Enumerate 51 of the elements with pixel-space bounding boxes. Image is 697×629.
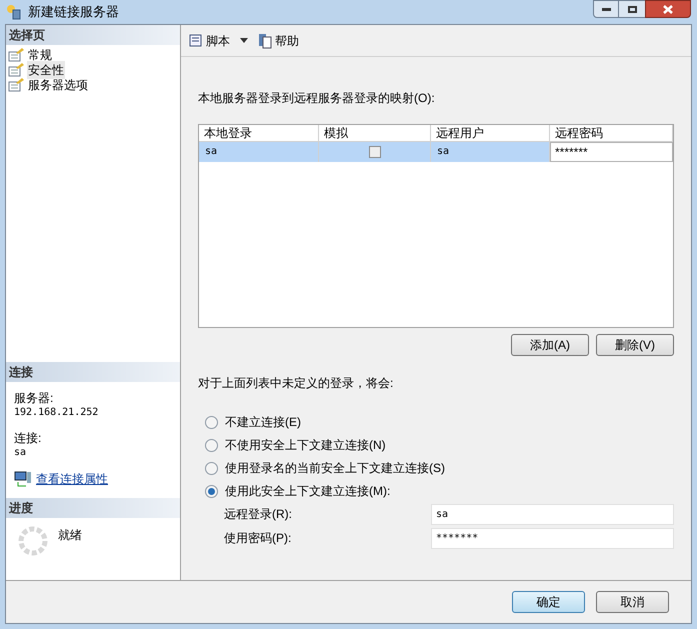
connection-value: sa: [14, 447, 28, 458]
input-field[interactable]: sa: [431, 504, 674, 524]
minimize-button[interactable]: [593, 0, 619, 18]
column-header[interactable]: 本地登录: [199, 125, 319, 141]
undefined-login-label: 对于上面列表中未定义的登录，将会:: [198, 375, 394, 392]
dialog-button[interactable]: 确定: [512, 591, 585, 613]
section-header: 选择页: [6, 25, 180, 45]
radio-label[interactable]: 使用登录名的当前安全上下文建立连接(S): [225, 459, 445, 477]
grid-button[interactable]: 添加(A): [511, 334, 589, 356]
close-icon: [663, 4, 673, 14]
computer-icon: [14, 471, 32, 487]
page-item[interactable]: 服务器选项: [6, 77, 180, 92]
table-row[interactable]: sa sa *******: [199, 142, 673, 162]
section-header: 连接: [6, 362, 180, 382]
page-item[interactable]: 常规: [6, 47, 180, 62]
scroll-icon: [187, 32, 203, 48]
maximize-button[interactable]: [619, 0, 645, 18]
mapping-label: 本地服务器登录到远程服务器登录的映射(O):: [198, 90, 436, 107]
column-header[interactable]: 远程密码: [550, 125, 673, 141]
field-label: 使用密码(P):: [224, 530, 292, 547]
dropdown-caret-icon[interactable]: [240, 38, 248, 43]
password-cell[interactable]: *******: [550, 142, 673, 162]
connection-properties-link[interactable]: 查看连接属性: [36, 470, 108, 488]
column-header[interactable]: 模拟: [319, 125, 431, 141]
radio-label[interactable]: 不建立连接(E): [225, 413, 301, 431]
field-label: 远程登录(R):: [224, 506, 293, 523]
radio-button[interactable]: [205, 416, 218, 428]
close-button[interactable]: [645, 0, 691, 18]
column-header[interactable]: 远程用户: [431, 125, 550, 141]
dialog-button[interactable]: 取消: [596, 591, 669, 613]
window-title: 新建链接服务器: [28, 3, 119, 22]
radio-label[interactable]: 使用此安全上下文建立连接(M):: [225, 482, 390, 500]
server-icon: [6, 4, 22, 20]
spinner-icon: [18, 526, 48, 556]
table-cell: sa: [199, 142, 319, 162]
script-button[interactable]: 脚本: [187, 32, 230, 50]
grid-button[interactable]: 删除(V): [596, 334, 674, 356]
server-value: 192.168.21.252: [14, 407, 100, 418]
radio-label[interactable]: 不使用安全上下文建立连接(N): [225, 436, 386, 454]
help-button[interactable]: 帮助: [258, 32, 299, 50]
page-item[interactable]: 安全性: [6, 62, 180, 77]
checkbox[interactable]: [368, 146, 380, 158]
input-field[interactable]: *******: [431, 528, 674, 548]
radio-button[interactable]: [205, 438, 218, 452]
section-header: 进度: [6, 498, 180, 518]
document-icon: [258, 32, 272, 48]
radio-button[interactable]: [205, 484, 218, 498]
connection-label: 连接:: [14, 430, 42, 447]
radio-button[interactable]: [205, 462, 218, 474]
status-text: 就绪: [58, 527, 82, 544]
server-label: 服务器:: [14, 390, 54, 407]
